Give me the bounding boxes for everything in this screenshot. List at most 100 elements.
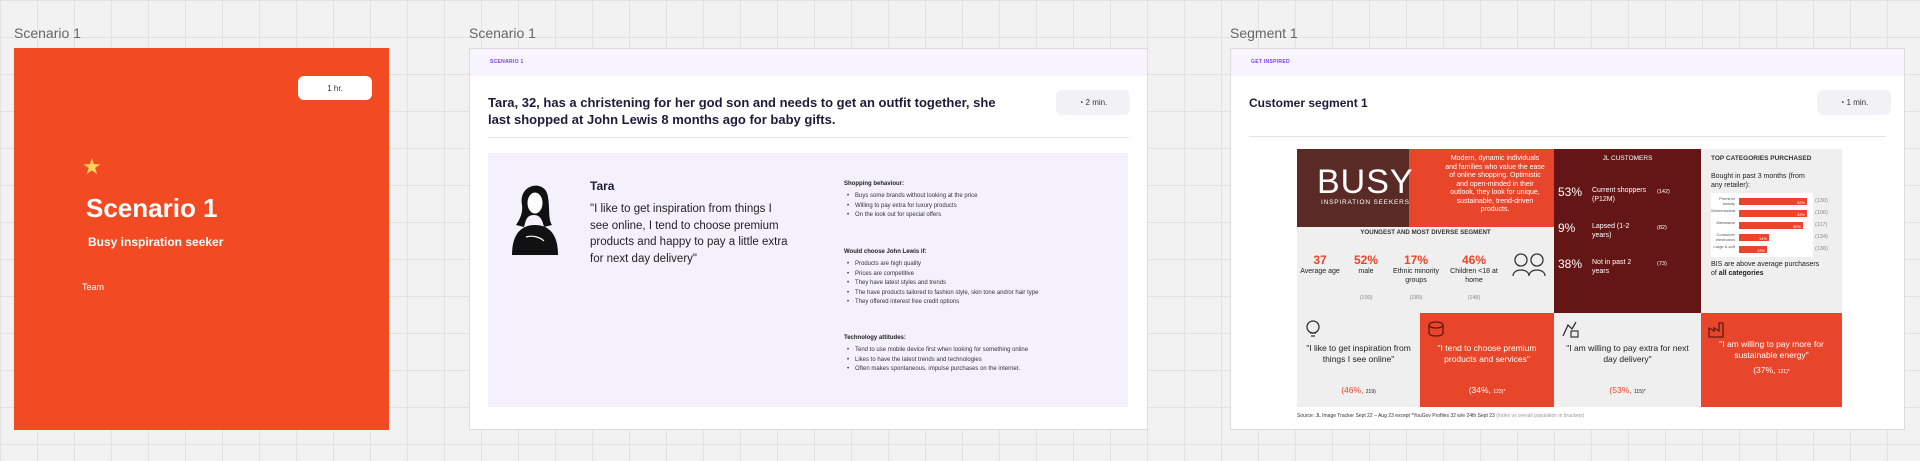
category-row: Premium beauty 32% (130) xyxy=(1711,196,1828,206)
list-item: They offered interest free credit option… xyxy=(844,298,1114,308)
quote-pct: (53%, xyxy=(1609,385,1632,395)
stat-value: 17% xyxy=(1403,253,1429,267)
list-item: Tend to use mobile device first when loo… xyxy=(844,346,1114,356)
category-row: Consumer electronics 14% (134) xyxy=(1711,232,1828,242)
category-row: Womenswear 32% (106) xyxy=(1711,208,1828,218)
busy-banner: BUSY INSPIRATION SEEKERS Modern, dynamic… xyxy=(1297,149,1554,227)
quote-pct: (46%, xyxy=(1341,385,1364,395)
stat-value: 37 xyxy=(1313,253,1327,267)
quote-index: 121)* xyxy=(1777,369,1790,375)
scenario-card-frame[interactable]: 1 hr. ★ Scenario 1 Busy inspiration seek… xyxy=(14,48,389,430)
team-label: Team xyxy=(82,282,105,292)
family-icon xyxy=(1512,253,1546,277)
divider xyxy=(1249,136,1886,137)
demographics-panel: YOUNGEST AND MOST DIVERSE SEGMENT 37 Ave… xyxy=(1297,227,1554,313)
categories-header: TOP CATEGORIES PURCHASED xyxy=(1711,155,1812,162)
category-bar: 14% xyxy=(1739,234,1769,241)
top-categories-panel: TOP CATEGORIES PURCHASED Bought in past … xyxy=(1701,149,1842,313)
frame-tag: SCENARIO 1 xyxy=(490,59,524,65)
stat-ethnic: 17% Ethnic minority groups (189) xyxy=(1391,253,1441,301)
would-choose-section: Would choose John Lewis if: Products are… xyxy=(844,249,1114,308)
stat-value: 46% xyxy=(1461,253,1487,267)
quote-index: 219) xyxy=(1365,389,1376,395)
category-bar: 30% xyxy=(1739,222,1803,229)
category-row: Menswear 30% (117) xyxy=(1711,220,1827,230)
jl-pct: 53% xyxy=(1558,185,1583,199)
duration-label: 1 min. xyxy=(1846,98,1869,107)
quote-stat: (46%, 219) xyxy=(1303,385,1414,395)
source-text: Source: JL Image Tracker Sept 22 – Aug 2… xyxy=(1297,413,1497,419)
quote-stat: (34%, 123)* xyxy=(1426,385,1548,395)
segment-infographic: BUSY INSPIRATION SEEKERS Modern, dynamic… xyxy=(1297,149,1842,419)
persona-avatar xyxy=(512,185,558,255)
list-item: The have products tailored to fashion st… xyxy=(844,289,1114,299)
list-item: Willing to pay extra for luxury products xyxy=(844,202,1114,212)
divider xyxy=(488,137,1129,138)
duration-pill[interactable]: ◔ 2 min. xyxy=(1056,90,1130,115)
segment-heading: Customer segment 1 xyxy=(1249,96,1368,110)
frame-header-band xyxy=(470,49,1147,76)
clock-icon: ◔ xyxy=(1839,98,1845,107)
frame-label-scenario[interactable]: Scenario 1 xyxy=(469,25,536,41)
jl-index: (82) xyxy=(1657,225,1667,231)
frame-header-band xyxy=(1231,49,1904,76)
quote-index: 123)* xyxy=(1493,389,1506,395)
scenario-detail-frame[interactable]: SCENARIO 1 ◔ 2 min. Tara, 32, has a chri… xyxy=(469,48,1148,430)
scenario-subtitle: Busy inspiration seeker xyxy=(88,235,224,249)
persona-quote: "I like to get inspiration from things I… xyxy=(590,203,788,265)
stat-value: 52% xyxy=(1353,253,1379,267)
category-name: Large & soft xyxy=(1713,244,1735,249)
stat-children: 46% Children <18 at home (148) xyxy=(1443,253,1505,301)
list-item: On the look out for special offers xyxy=(844,211,1114,221)
category-bar: 32% xyxy=(1739,210,1807,217)
frame-label-segment[interactable]: Segment 1 xyxy=(1230,25,1298,41)
jl-index: (142) xyxy=(1657,189,1670,195)
list-item: They have latest styles and trends xyxy=(844,279,1114,289)
segment-frame[interactable]: GET INSPIRED ◔ 1 min. Customer segment 1… xyxy=(1230,48,1905,430)
stat-index: (189) xyxy=(1409,295,1423,301)
duration-pill[interactable]: ◔ 1 min. xyxy=(1817,90,1891,115)
quote-card: "I am willing to pay more for sustainabl… xyxy=(1701,313,1842,407)
jl-label: Current shoppers (P12M) xyxy=(1592,187,1647,203)
segment-description: Modern, dynamic individuals and families… xyxy=(1445,155,1545,213)
category-value: 14% xyxy=(1758,236,1767,241)
quote-text: "I am willing to pay more for sustainabl… xyxy=(1719,339,1824,360)
quote-card: "I tend to choose premium products and s… xyxy=(1420,313,1554,407)
category-index: (134) xyxy=(1815,234,1828,240)
category-index: (117) xyxy=(1815,222,1828,228)
quote-stat: (53%, 115)* xyxy=(1560,385,1695,395)
categories-footnote: BIS are above average purchasers of all … xyxy=(1711,261,1821,278)
list-item: Products are high quality xyxy=(844,260,1114,270)
stat-age: 37 Average age xyxy=(1297,253,1343,277)
jl-label: Lapsed (1-2 years) xyxy=(1592,223,1630,239)
category-value: 30% xyxy=(1792,224,1801,229)
busy-subtitle: INSPIRATION SEEKERS xyxy=(1321,199,1410,206)
quote-index: 115)* xyxy=(1634,389,1646,395)
jl-customers-panel: JL CUSTOMERS 53% Current shoppers (P12M)… xyxy=(1554,149,1701,313)
category-index: (136) xyxy=(1815,246,1828,252)
category-bar: 13% xyxy=(1739,246,1767,253)
quote-stat: (37%, 121)* xyxy=(1707,365,1836,375)
factory-icon xyxy=(1708,322,1724,338)
list-item: Buys some brands without looking at the … xyxy=(844,192,1114,202)
delivery-icon xyxy=(1562,321,1579,338)
category-name: Premium beauty xyxy=(1718,196,1735,206)
quote-pct: (34%, xyxy=(1468,385,1491,395)
category-value: 32% xyxy=(1796,200,1805,205)
stat-label: Average age xyxy=(1300,268,1340,275)
scenario-heading: Tara, 32, has a christening for her god … xyxy=(488,95,996,127)
category-value: 13% xyxy=(1756,248,1765,253)
technology-attitudes-section: Technology attitudes: Tend to use mobile… xyxy=(844,335,1114,375)
persona-card: Tara "I like to get inspiration from thi… xyxy=(488,153,1128,407)
frame-label-scenario-card[interactable]: Scenario 1 xyxy=(14,25,81,41)
duration-pill[interactable]: 1 hr. xyxy=(298,76,372,100)
section-title: Shopping behaviour: xyxy=(844,181,904,187)
star-icon: ★ xyxy=(82,154,102,179)
quote-pct: (37%, xyxy=(1753,365,1776,375)
categories-chart: Premium beauty 32% (130) Womenswear 32% (106)… xyxy=(1711,193,1828,257)
stat-label: Ethnic minority groups xyxy=(1393,268,1439,284)
busy-word: BUSY xyxy=(1317,163,1414,201)
stat-label: male xyxy=(1358,268,1374,275)
jl-pct: 38% xyxy=(1558,257,1583,271)
stat-male: 52% male (100) xyxy=(1343,253,1389,301)
